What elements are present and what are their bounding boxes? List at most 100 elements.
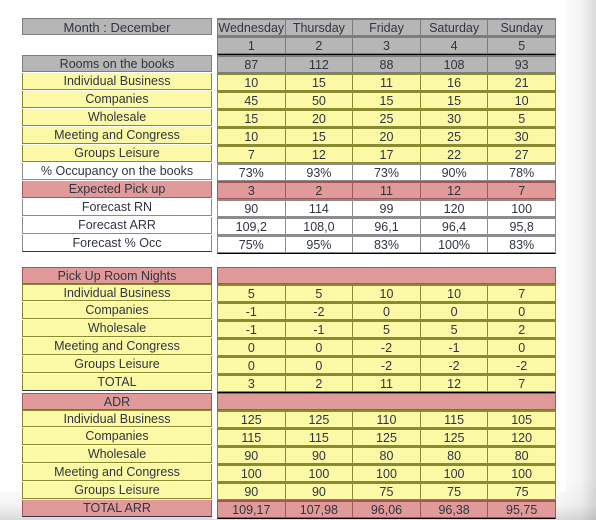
- data-cell[interactable]: -2: [488, 357, 555, 374]
- data-cell[interactable]: 114: [285, 200, 354, 217]
- data-cell[interactable]: 25: [353, 110, 421, 127]
- data-cell[interactable]: 15: [285, 128, 354, 145]
- data-cell[interactable]: 30: [420, 110, 489, 127]
- data-cell[interactable]: 10: [420, 285, 489, 302]
- data-cell[interactable]: 115: [285, 429, 354, 446]
- data-cell[interactable]: 100: [285, 465, 354, 482]
- data-cell[interactable]: 20: [285, 110, 354, 127]
- data-cell[interactable]: 90%: [420, 164, 489, 181]
- data-cell[interactable]: 0: [218, 357, 286, 374]
- data-cell[interactable]: 0: [420, 303, 489, 320]
- data-cell[interactable]: 22: [420, 146, 489, 163]
- data-cell[interactable]: 120: [488, 429, 555, 446]
- data-cell[interactable]: 15: [218, 110, 286, 127]
- data-cell[interactable]: 10: [353, 285, 421, 302]
- data-cell[interactable]: 90: [218, 483, 286, 500]
- data-cell[interactable]: 0: [488, 339, 555, 356]
- data-cell[interactable]: 15: [353, 92, 421, 109]
- data-cell[interactable]: -2: [353, 357, 421, 374]
- data-cell[interactable]: 10: [488, 92, 555, 109]
- data-cell[interactable]: 80: [420, 447, 489, 464]
- data-cell[interactable]: 11: [353, 375, 421, 392]
- data-cell[interactable]: 108: [420, 56, 489, 73]
- data-cell[interactable]: 95%: [285, 236, 354, 253]
- data-cell[interactable]: 109,2: [218, 218, 286, 235]
- data-cell[interactable]: -1: [218, 321, 286, 338]
- data-cell[interactable]: 7: [218, 146, 286, 163]
- data-cell[interactable]: 5: [218, 285, 286, 302]
- data-cell[interactable]: 100: [420, 465, 489, 482]
- data-cell[interactable]: 125: [353, 429, 421, 446]
- data-cell[interactable]: 15: [285, 74, 354, 91]
- data-cell[interactable]: 90: [218, 447, 286, 464]
- data-cell[interactable]: 20: [353, 128, 421, 145]
- data-cell[interactable]: 105: [488, 411, 555, 428]
- data-cell[interactable]: 125: [285, 411, 354, 428]
- data-cell[interactable]: 16: [420, 74, 489, 91]
- data-cell[interactable]: 93: [488, 56, 555, 73]
- data-cell[interactable]: 50: [285, 92, 354, 109]
- data-cell[interactable]: 112: [285, 56, 354, 73]
- data-cell[interactable]: 5: [285, 285, 354, 302]
- data-cell[interactable]: 11: [353, 182, 421, 199]
- data-cell[interactable]: 96,06: [353, 501, 421, 518]
- data-cell[interactable]: 83%: [488, 236, 555, 253]
- data-cell[interactable]: 10: [218, 128, 286, 145]
- data-cell[interactable]: 93%: [285, 164, 354, 181]
- data-cell[interactable]: 7: [488, 285, 555, 302]
- data-cell[interactable]: 5: [420, 321, 489, 338]
- data-cell[interactable]: 90: [218, 200, 286, 217]
- data-cell[interactable]: 75%: [218, 236, 286, 253]
- data-cell[interactable]: 99: [353, 200, 421, 217]
- data-cell[interactable]: 21: [488, 74, 555, 91]
- data-cell[interactable]: 107,98: [285, 501, 354, 518]
- data-cell[interactable]: 95,75: [488, 501, 555, 518]
- data-cell[interactable]: -2: [420, 357, 489, 374]
- data-cell[interactable]: 7: [488, 375, 555, 392]
- data-cell[interactable]: 30: [488, 128, 555, 145]
- data-cell[interactable]: 88: [353, 56, 421, 73]
- data-cell[interactable]: 3: [218, 375, 286, 392]
- data-cell[interactable]: 12: [285, 146, 354, 163]
- data-cell[interactable]: 108,0: [285, 218, 354, 235]
- data-cell[interactable]: -1: [285, 321, 354, 338]
- data-cell[interactable]: 87: [218, 56, 286, 73]
- data-cell[interactable]: 17: [353, 146, 421, 163]
- data-cell[interactable]: 73%: [218, 164, 286, 181]
- data-cell[interactable]: 100: [353, 465, 421, 482]
- data-cell[interactable]: 12: [420, 375, 489, 392]
- data-cell[interactable]: 0: [488, 303, 555, 320]
- data-cell[interactable]: 110: [353, 411, 421, 428]
- data-cell[interactable]: -1: [420, 339, 489, 356]
- data-cell[interactable]: 115: [420, 411, 489, 428]
- data-cell[interactable]: 90: [285, 447, 354, 464]
- data-cell[interactable]: 100: [488, 200, 555, 217]
- data-cell[interactable]: 80: [353, 447, 421, 464]
- data-cell[interactable]: 0: [285, 339, 354, 356]
- data-cell[interactable]: 100: [488, 465, 555, 482]
- data-cell[interactable]: 96,38: [420, 501, 489, 518]
- data-cell[interactable]: 100: [218, 465, 286, 482]
- data-cell[interactable]: 27: [488, 146, 555, 163]
- data-cell[interactable]: 96,1: [353, 218, 421, 235]
- data-cell[interactable]: 0: [218, 339, 286, 356]
- data-cell[interactable]: 80: [488, 447, 555, 464]
- data-cell[interactable]: 25: [420, 128, 489, 145]
- data-cell[interactable]: 10: [218, 74, 286, 91]
- data-cell[interactable]: 7: [488, 182, 555, 199]
- data-cell[interactable]: -2: [285, 303, 354, 320]
- data-cell[interactable]: 5: [353, 321, 421, 338]
- data-cell[interactable]: 90: [285, 483, 354, 500]
- data-cell[interactable]: 73%: [353, 164, 421, 181]
- data-cell[interactable]: 0: [285, 357, 354, 374]
- data-cell[interactable]: 75: [353, 483, 421, 500]
- data-cell[interactable]: 3: [218, 182, 286, 199]
- data-cell[interactable]: 2: [488, 321, 555, 338]
- data-cell[interactable]: 5: [488, 110, 555, 127]
- data-cell[interactable]: 45: [218, 92, 286, 109]
- data-cell[interactable]: 11: [353, 74, 421, 91]
- data-cell[interactable]: 78%: [488, 164, 555, 181]
- data-cell[interactable]: 100%: [420, 236, 489, 253]
- data-cell[interactable]: -1: [218, 303, 286, 320]
- data-cell[interactable]: 75: [420, 483, 489, 500]
